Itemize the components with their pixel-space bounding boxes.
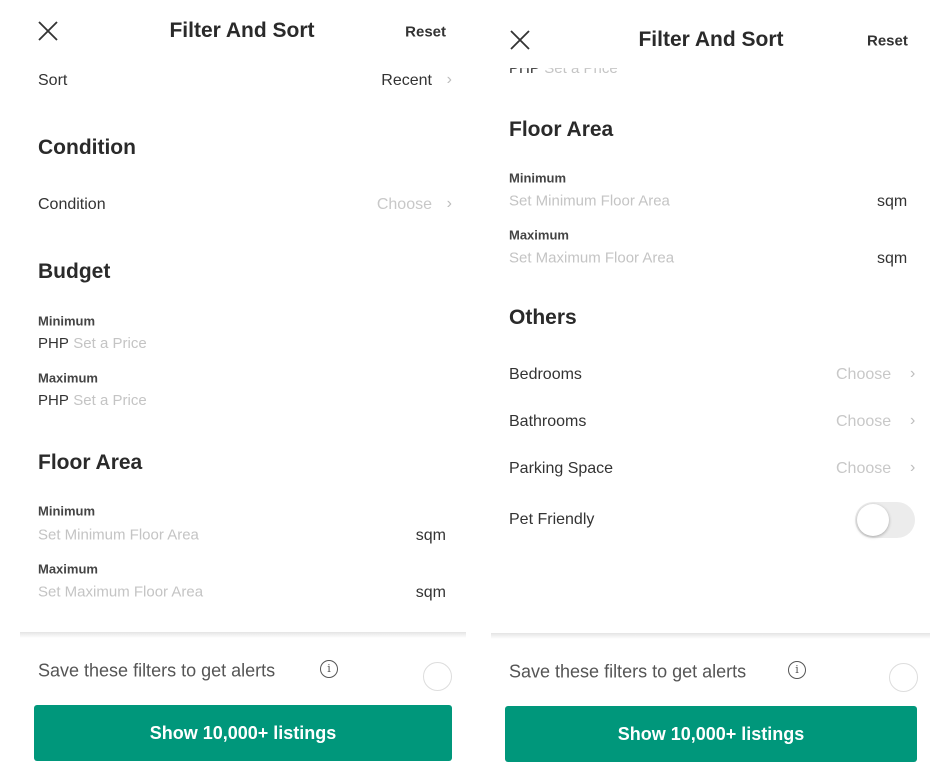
floor-max-label: Maximum bbox=[509, 227, 569, 243]
budget-min-input[interactable]: PHP Set a Price bbox=[38, 335, 147, 353]
info-icon[interactable]: i bbox=[320, 660, 338, 678]
chevron-right-icon[interactable]: › bbox=[447, 71, 452, 89]
placeholder: Set a Price bbox=[73, 335, 147, 352]
toggle-knob bbox=[857, 504, 889, 536]
budget-partial-input[interactable]: PHP Set a Price bbox=[509, 60, 618, 78]
condition-heading: Condition bbox=[38, 136, 136, 159]
save-filters-text: Save these filters to get alerts bbox=[509, 661, 747, 682]
filter-panel-right: PHP Set a Price Filter And Sort Reset Fl… bbox=[490, 0, 947, 776]
floor-area-heading: Floor Area bbox=[38, 451, 143, 474]
bedrooms-value[interactable]: Choose bbox=[836, 366, 891, 384]
floor-min-label: Minimum bbox=[38, 503, 96, 519]
bathrooms-label: Bathrooms bbox=[509, 413, 587, 430]
floor-min-label: Minimum bbox=[509, 170, 567, 186]
chevron-right-icon[interactable]: › bbox=[910, 365, 915, 383]
floor-max-unit: sqm bbox=[877, 250, 908, 267]
floor-min-input[interactable]: Set Minimum Floor Area bbox=[509, 193, 670, 210]
floor-min-unit: sqm bbox=[415, 527, 446, 544]
close-icon[interactable] bbox=[510, 30, 530, 50]
budget-heading: Budget bbox=[38, 260, 111, 283]
footer-divider bbox=[20, 632, 466, 638]
parking-label: Parking Space bbox=[509, 460, 614, 477]
floor-max-label: Maximum bbox=[38, 561, 98, 577]
info-icon[interactable]: i bbox=[788, 661, 806, 679]
budget-max-input[interactable]: PHP Set a Price bbox=[38, 392, 147, 410]
currency: PHP bbox=[38, 335, 69, 352]
filter-panel-left: Filter And Sort Reset Sort Recent › Cond… bbox=[0, 0, 470, 776]
page-title: Filter And Sort bbox=[169, 19, 315, 42]
currency: PHP bbox=[509, 60, 540, 77]
show-listings-button[interactable]: Show 10,000+ listings bbox=[505, 706, 917, 762]
condition-value[interactable]: Choose bbox=[377, 196, 432, 214]
others-heading: Others bbox=[509, 306, 577, 329]
pet-friendly-toggle[interactable] bbox=[855, 502, 915, 538]
floor-max-unit: sqm bbox=[415, 584, 446, 601]
show-listings-button[interactable]: Show 10,000+ listings bbox=[34, 705, 452, 761]
parking-value[interactable]: Choose bbox=[836, 460, 891, 478]
floor-max-input[interactable]: Set Maximum Floor Area bbox=[509, 250, 674, 267]
pet-friendly-label: Pet Friendly bbox=[509, 511, 595, 528]
reset-button[interactable]: Reset bbox=[405, 24, 446, 41]
sort-value[interactable]: Recent bbox=[381, 72, 432, 90]
chevron-right-icon[interactable]: › bbox=[910, 412, 915, 430]
save-filters-text: Save these filters to get alerts bbox=[38, 660, 276, 681]
floor-min-unit: sqm bbox=[877, 193, 908, 210]
footer-divider bbox=[491, 633, 930, 639]
floor-min-input[interactable]: Set Minimum Floor Area bbox=[38, 527, 199, 544]
budget-min-label: Minimum bbox=[38, 313, 96, 329]
bedrooms-label: Bedrooms bbox=[509, 366, 582, 383]
budget-max-label: Maximum bbox=[38, 370, 98, 386]
currency: PHP bbox=[38, 392, 69, 409]
placeholder: Set a Price bbox=[544, 60, 618, 77]
save-filters-checkbox[interactable] bbox=[423, 662, 452, 691]
reset-button[interactable]: Reset bbox=[867, 33, 908, 50]
page-title: Filter And Sort bbox=[638, 28, 784, 51]
close-icon[interactable] bbox=[38, 21, 58, 41]
chevron-right-icon[interactable]: › bbox=[910, 459, 915, 477]
condition-label: Condition bbox=[38, 196, 106, 213]
floor-max-input[interactable]: Set Maximum Floor Area bbox=[38, 584, 203, 601]
floor-area-heading: Floor Area bbox=[509, 118, 614, 141]
bathrooms-value[interactable]: Choose bbox=[836, 413, 891, 431]
chevron-right-icon[interactable]: › bbox=[447, 195, 452, 213]
save-filters-checkbox[interactable] bbox=[889, 663, 918, 692]
placeholder: Set a Price bbox=[73, 392, 147, 409]
sort-label: Sort bbox=[38, 72, 68, 89]
